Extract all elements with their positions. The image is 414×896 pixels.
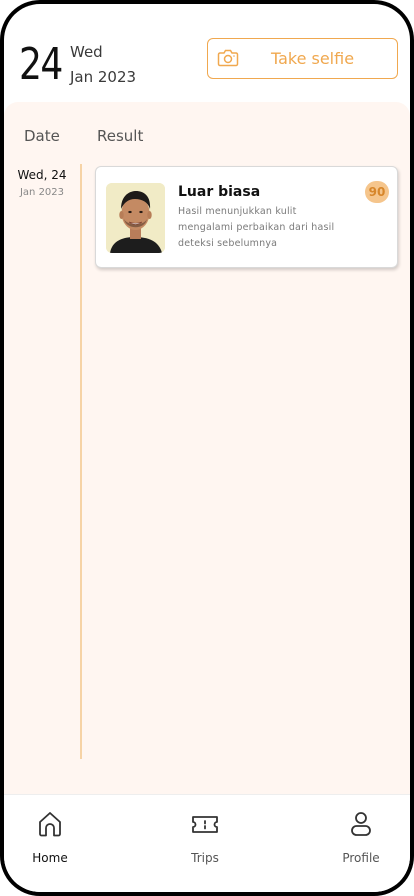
take-selfie-button[interactable]: Take selfie bbox=[207, 38, 398, 79]
result-card[interactable]: Luar biasa Hasil menunjukkan kulit menga… bbox=[95, 166, 398, 268]
ticket-icon bbox=[190, 809, 220, 839]
user-icon bbox=[346, 809, 376, 839]
home-icon bbox=[35, 809, 65, 839]
column-header-date: Date bbox=[24, 127, 60, 145]
selfie-thumbnail bbox=[106, 183, 165, 253]
nav-item-profile[interactable]: Profile bbox=[321, 809, 401, 865]
nav-label-trips: Trips bbox=[191, 851, 219, 865]
take-selfie-label: Take selfie bbox=[270, 48, 355, 68]
device-frame: 24 Wed Jan 2023 Take selfie Date Result … bbox=[0, 0, 414, 896]
nav-label-profile: Profile bbox=[342, 851, 380, 865]
nav-label-home: Home bbox=[32, 851, 68, 865]
nav-item-home[interactable]: Home bbox=[10, 809, 90, 865]
result-description: Hasil menunjukkan kulit mengalami perbai… bbox=[178, 206, 335, 249]
timeline-line bbox=[80, 164, 82, 759]
result-title: Luar biasa bbox=[178, 184, 261, 200]
weekday-label: Wed bbox=[70, 43, 103, 61]
app-screen: 24 Wed Jan 2023 Take selfie Date Result … bbox=[4, 4, 410, 892]
entry-date: Wed, 24 Jan 2023 bbox=[4, 166, 80, 201]
day-number: 24 bbox=[19, 39, 63, 90]
entry-date-day: Wed, 24 bbox=[17, 168, 67, 182]
date-stack: Wed Jan 2023 bbox=[70, 40, 136, 89]
score-badge: 90 bbox=[365, 181, 389, 203]
entry-date-month-year: Jan 2023 bbox=[19, 187, 65, 198]
bottom-navigation: Home Trips Profile bbox=[4, 794, 410, 892]
nav-item-trips[interactable]: Trips bbox=[165, 809, 245, 865]
results-panel: Date Result Wed, 24 Jan 2023 Luar biasa … bbox=[4, 102, 410, 794]
month-year-label: Jan 2023 bbox=[70, 68, 137, 86]
column-header-result: Result bbox=[97, 127, 144, 145]
